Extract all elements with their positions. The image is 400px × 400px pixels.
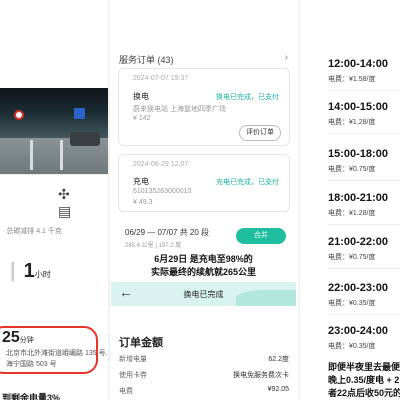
eta-value: 25 <box>2 329 20 346</box>
price-prefix: 电费： <box>328 76 349 83</box>
panel-divider <box>108 0 110 400</box>
amount-row: 电费 ¥92.05 <box>119 386 289 396</box>
price-prefix: 电费： <box>328 119 349 126</box>
battery-remaining-text: 到剩余电量3% <box>2 393 61 400</box>
summary-range: 06/29 — 07/07 共 20 段 <box>125 228 210 237</box>
price-prefix: 电费： <box>328 210 349 217</box>
order-status: 充电已完成，已支付 <box>216 179 279 186</box>
slot-time: 23:00-24:00 <box>328 325 388 337</box>
left-panel: ✣ ▤ · 总碳减排 4.1 千克 | 1小时 25分钟 北京市北外滩街道峨嵋路 … <box>0 0 108 400</box>
price-prefix: 电费： <box>328 300 349 307</box>
order-time: 2024-07-07 19:37 <box>133 75 189 82</box>
panel-divider <box>298 0 300 400</box>
order-price: ¥ 49.3 <box>133 199 153 206</box>
amount-value: ¥92.05 <box>267 386 289 393</box>
order-status: 换电已完成，已支付 <box>216 94 279 101</box>
slot-time: 14:00-15:00 <box>328 101 388 113</box>
divider <box>328 268 400 269</box>
lane-line <box>60 140 63 170</box>
price-value: ¥0.35/度 <box>349 343 376 350</box>
eta-unit: 分钟 <box>19 337 34 344</box>
destination-address: 北京市北外滩街道峨嵋路 135 号... <box>6 350 108 357</box>
eta-minutes: 25分钟 <box>2 329 34 347</box>
road-sign-icon <box>74 108 85 119</box>
price-prefix: 电费： <box>328 254 349 261</box>
slot-price: 电费：¥1.28/度 <box>328 208 375 218</box>
speed-sign-icon <box>14 110 24 120</box>
divider: | <box>10 260 16 282</box>
map-toolbar: ✣ ▤ <box>58 186 108 220</box>
list-icon[interactable]: ▤ <box>58 203 71 219</box>
price-prefix: 电费： <box>328 343 349 350</box>
slot-price: 电费：¥0.35/度 <box>328 341 375 351</box>
hour-value: 1 <box>23 260 35 282</box>
slot-price: 电费：¥1.58/度 <box>328 74 375 84</box>
amount-label: 电费 <box>119 388 133 395</box>
lane-line <box>30 140 33 170</box>
price-value: ¥1.28/度 <box>349 210 376 217</box>
order-price: ¥ 142 <box>133 115 151 122</box>
tariff-note-3: 者22点后收50元的 <box>328 388 400 398</box>
orders-header: 服务订单 (43) <box>119 55 174 65</box>
amount-value: 62.2度 <box>268 356 289 363</box>
hour-unit: 小时 <box>34 270 51 279</box>
divider <box>328 314 400 315</box>
slot-time: 12:00-14:00 <box>328 58 388 70</box>
slot-time: 18:00-21:00 <box>328 192 388 204</box>
annotation-line-1: 6月29日 是充电至98%的 <box>154 254 253 264</box>
tariff-panel: 12:00-14:00 电费：¥1.58/度 14:00-15:00 电费：¥1… <box>318 0 400 400</box>
divider <box>328 133 400 134</box>
divider <box>328 180 400 181</box>
price-value: ¥1.28/度 <box>349 119 376 126</box>
amount-label: 新增电量 <box>119 356 147 363</box>
summary-stats: 285.4 公里 | 197.2 度 <box>125 243 182 249</box>
dashcam-view <box>0 88 108 174</box>
amount-row: 使用卡券 换电免服务费次卡 <box>119 370 289 380</box>
banner-title: 换电已完成 <box>183 290 224 299</box>
vehicle-ahead <box>70 132 100 146</box>
slot-price: 电费：¥0.75/度 <box>328 164 375 174</box>
slot-price: 电费：¥0.75/度 <box>328 252 375 262</box>
order-station: 蔚来换电站 上海复地四季广场 <box>133 106 226 113</box>
rate-order-button[interactable]: 评价订单 <box>239 125 281 141</box>
chevron-right-icon[interactable]: › <box>285 52 288 63</box>
price-value: ¥1.58/度 <box>349 76 376 83</box>
amount-title: 订单金额 <box>119 337 163 349</box>
merge-button[interactable]: 合并 <box>236 228 286 244</box>
price-value: ¥0.35/度 <box>349 300 376 307</box>
tariff-note-1: 即便半夜里去最便宜 <box>328 362 400 372</box>
slot-price: 电费：¥0.35/度 <box>328 298 375 308</box>
order-type: 换电 <box>133 92 149 101</box>
order-panel: 服务订单 (43) › 2024-07-07 19:37 换电 换电已完成，已支… <box>111 0 296 400</box>
order-pile-id: 610135263000010 <box>133 188 192 195</box>
carbon-caption: · 总碳减排 4.1 千克 <box>2 228 62 235</box>
slot-price: 电费：¥1.28/度 <box>328 117 375 127</box>
price-value: ¥0.75/度 <box>349 254 376 261</box>
annotation-line-2: 实际最终的续航就265公里 <box>150 267 257 277</box>
compass-icon[interactable]: ✣ <box>58 186 70 202</box>
order-type: 充电 <box>133 177 149 186</box>
tariff-note-2: 晚上0.35/度电 + 2 <box>328 375 400 385</box>
slot-time: 21:00-22:00 <box>328 236 388 248</box>
amount-value: 换电免服务费次卡 <box>233 372 289 379</box>
amount-row: 新增电量 62.2度 <box>119 354 289 364</box>
order-card-charge[interactable]: 2024-06-29 12:07 充电 充电已完成，已支付 6101352630… <box>118 154 290 212</box>
price-value: ¥0.75/度 <box>349 166 376 173</box>
slot-time: 15:00-18:00 <box>328 148 388 160</box>
amount-label: 使用卡券 <box>119 372 147 379</box>
slot-time: 22:00-23:00 <box>328 282 388 294</box>
divider <box>328 90 400 91</box>
order-time: 2024-06-29 12:07 <box>133 161 189 168</box>
divider <box>328 224 400 225</box>
destination-address-2: 海宁国路 503 号 <box>6 361 57 368</box>
price-prefix: 电费： <box>328 166 349 173</box>
duration-row: | 1小时 <box>2 260 51 283</box>
order-card-swap[interactable]: 2024-07-07 19:37 换电 换电已完成，已支付 蔚来换电站 上海复地… <box>118 68 290 146</box>
